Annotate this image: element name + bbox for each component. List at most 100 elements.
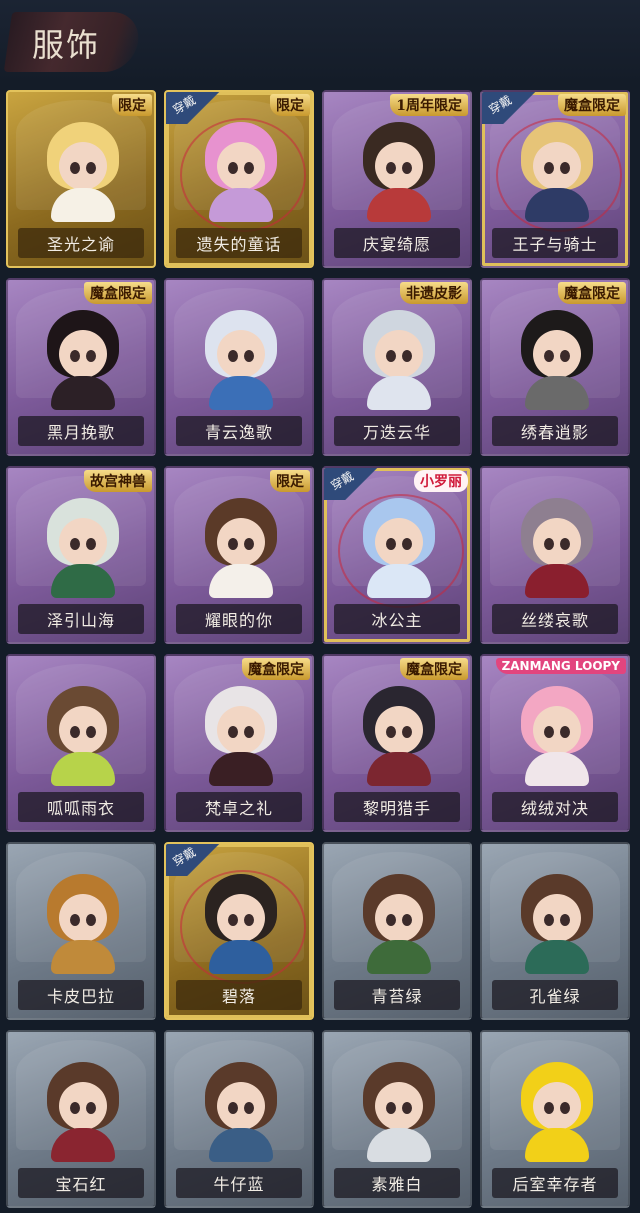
portrait-eye (244, 162, 254, 174)
costume-card[interactable]: 素雅白 (322, 1030, 472, 1208)
costume-card[interactable]: 孔雀绿 (480, 842, 630, 1020)
portrait-eye (228, 538, 238, 550)
costume-card[interactable]: 限定 穿戴 遗失的童话 (164, 90, 314, 268)
costume-card[interactable]: 卡皮巴拉 (6, 842, 156, 1020)
costume-name: 卡皮巴拉 (18, 980, 144, 1010)
costume-card[interactable]: 魔盒限定 穿戴 王子与骑士 (480, 90, 630, 268)
equipped-tag-label: 穿戴 (170, 844, 199, 869)
portrait-face (533, 330, 581, 378)
portrait-eye (560, 162, 570, 174)
costume-card[interactable]: 魔盒限定 梵卓之礼 (164, 654, 314, 832)
costume-badge: ZANMANG LOOPY (495, 658, 626, 674)
portrait-outfit (209, 940, 273, 974)
costume-name: 丝缕哀歌 (492, 604, 618, 634)
portrait-face (375, 894, 423, 942)
character-portrait (201, 122, 281, 222)
portrait-outfit (525, 1128, 589, 1162)
costume-card[interactable]: 宝石红 (6, 1030, 156, 1208)
costume-name: 圣光之谕 (18, 228, 144, 258)
portrait-face (59, 706, 107, 754)
costume-card[interactable]: 故宫神兽 泽引山海 (6, 466, 156, 644)
portrait-face (375, 330, 423, 378)
portrait-outfit (209, 564, 273, 598)
costume-card[interactable]: ZANMANG LOOPY 绒绒对决 (480, 654, 630, 832)
character-portrait (359, 874, 439, 974)
portrait-eye (386, 538, 396, 550)
portrait-outfit (367, 376, 431, 410)
equipped-tag-label: 穿戴 (486, 92, 515, 117)
costume-card[interactable]: 后室幸存者 (480, 1030, 630, 1208)
costume-card[interactable]: 魔盒限定 绣春逍影 (480, 278, 630, 456)
portrait-face (59, 518, 107, 566)
portrait-face (533, 1082, 581, 1130)
costume-card[interactable]: 限定 圣光之谕 (6, 90, 156, 268)
portrait-eye (244, 538, 254, 550)
costume-card[interactable]: 小罗丽 穿戴 冰公主 (322, 466, 472, 644)
portrait-outfit (367, 752, 431, 786)
costume-card[interactable]: 牛仔蓝 (164, 1030, 314, 1208)
portrait-eye (86, 350, 96, 362)
costume-name: 黎明猎手 (334, 792, 460, 822)
portrait-eye (544, 538, 554, 550)
character-portrait (201, 686, 281, 786)
portrait-outfit (367, 1128, 431, 1162)
costume-badge: 魔盒限定 (400, 658, 468, 680)
costume-badge: 魔盒限定 (242, 658, 310, 680)
costume-card[interactable]: 青苔绿 (322, 842, 472, 1020)
portrait-eye (560, 538, 570, 550)
costume-card[interactable]: 穿戴 碧落 (164, 842, 314, 1020)
portrait-eye (544, 350, 554, 362)
portrait-eye (70, 350, 80, 362)
portrait-eye (560, 914, 570, 926)
portrait-eye (70, 162, 80, 174)
costume-badge: 魔盒限定 (558, 282, 626, 304)
costume-name: 遗失的童话 (176, 228, 302, 258)
portrait-eye (228, 726, 238, 738)
costume-badge: 魔盒限定 (558, 94, 626, 116)
portrait-outfit (367, 940, 431, 974)
portrait-eye (386, 1102, 396, 1114)
costume-card[interactable]: 非遗皮影 万迭云华 (322, 278, 472, 456)
character-portrait (43, 686, 123, 786)
costume-name: 万迭云华 (334, 416, 460, 446)
character-portrait (517, 310, 597, 410)
portrait-outfit (367, 564, 431, 598)
character-portrait (43, 1062, 123, 1162)
costume-card[interactable]: 1周年限定 庆宴绮愿 (322, 90, 472, 268)
costume-card[interactable]: 限定 耀眼的你 (164, 466, 314, 644)
portrait-outfit (209, 188, 273, 222)
portrait-face (375, 1082, 423, 1130)
portrait-outfit (51, 1128, 115, 1162)
portrait-outfit (51, 564, 115, 598)
character-portrait (359, 1062, 439, 1162)
equipped-tag: 穿戴 (166, 844, 222, 876)
portrait-eye (86, 538, 96, 550)
portrait-outfit (525, 752, 589, 786)
costume-name: 宝石红 (18, 1168, 144, 1198)
costume-card[interactable]: 魔盒限定 黑月挽歌 (6, 278, 156, 456)
portrait-eye (386, 914, 396, 926)
portrait-eye (402, 726, 412, 738)
portrait-eye (228, 162, 238, 174)
portrait-eye (228, 1102, 238, 1114)
portrait-eye (402, 538, 412, 550)
portrait-outfit (51, 188, 115, 222)
portrait-outfit (209, 376, 273, 410)
portrait-eye (228, 914, 238, 926)
portrait-face (375, 706, 423, 754)
portrait-face (217, 142, 265, 190)
costume-card[interactable]: 呱呱雨衣 (6, 654, 156, 832)
costume-card[interactable]: 魔盒限定黎明猎手 (322, 654, 472, 832)
portrait-eye (544, 1102, 554, 1114)
portrait-eye (560, 726, 570, 738)
costume-name: 呱呱雨衣 (18, 792, 144, 822)
costume-name: 泽引山海 (18, 604, 144, 634)
portrait-outfit (525, 564, 589, 598)
costume-badge: 小罗丽 (414, 470, 468, 492)
portrait-eye (544, 726, 554, 738)
costume-card[interactable]: 丝缕哀歌 (480, 466, 630, 644)
portrait-outfit (51, 752, 115, 786)
character-portrait (201, 310, 281, 410)
costume-card[interactable]: 青云逸歌 (164, 278, 314, 456)
character-portrait (43, 498, 123, 598)
